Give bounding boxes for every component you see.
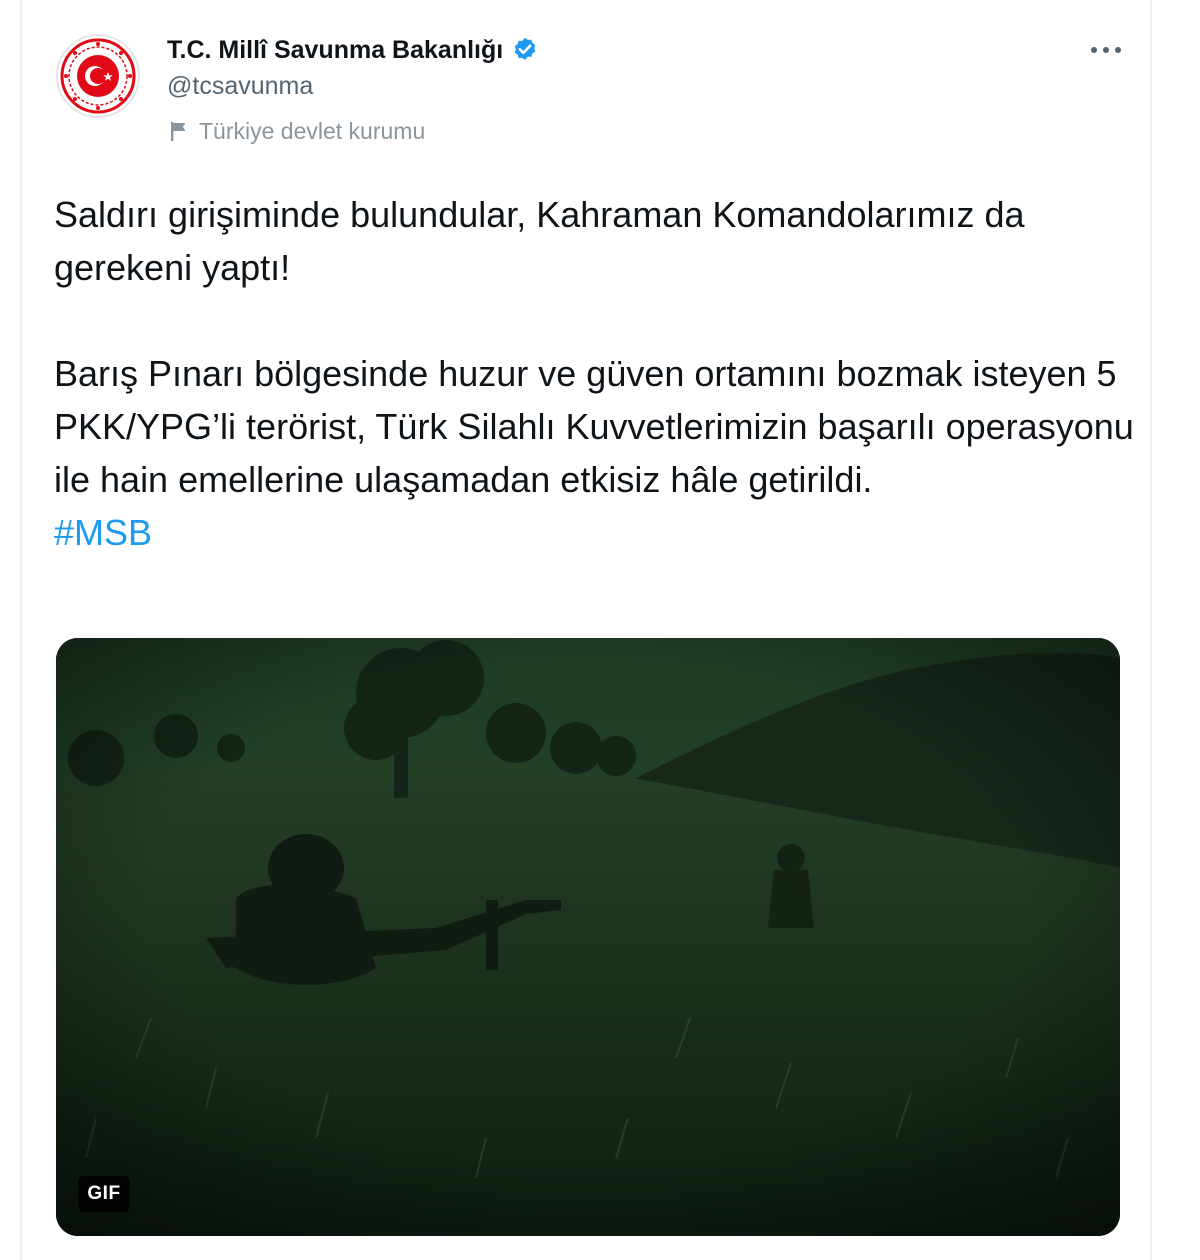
verified-badge-icon xyxy=(511,36,539,64)
account-label: Türkiye devlet kurumu xyxy=(167,116,425,146)
ministry-emblem-icon xyxy=(60,38,136,114)
tweet-card: T.C. Millî Savunma Bakanlığı @tcsavunma … xyxy=(20,0,1152,1260)
flag-icon xyxy=(167,119,191,143)
tweet-paragraph-2: Barış Pınarı bölgesinde huzur ve güven o… xyxy=(54,353,1134,500)
avatar[interactable] xyxy=(56,34,140,118)
author-name-row: T.C. Millî Savunma Bakanlığı xyxy=(167,32,539,68)
more-options-button[interactable] xyxy=(1086,32,1126,68)
more-options-icon xyxy=(1091,47,1121,53)
author-handle[interactable]: @tcsavunma xyxy=(167,72,313,101)
tweet-media-gif[interactable]: GIF xyxy=(56,638,1120,1236)
tweet-paragraph-1: Saldırı girişiminde bulundular, Kahraman… xyxy=(54,194,1025,288)
author-display-name[interactable]: T.C. Millî Savunma Bakanlığı xyxy=(167,36,503,65)
gif-badge: GIF xyxy=(78,1176,130,1212)
account-label-text: Türkiye devlet kurumu xyxy=(199,117,426,144)
tweet-text: Saldırı girişiminde bulundular, Kahraman… xyxy=(54,188,1134,559)
night-vision-video-thumbnail xyxy=(56,638,1120,1236)
hashtag-link[interactable]: #MSB xyxy=(54,506,1134,559)
